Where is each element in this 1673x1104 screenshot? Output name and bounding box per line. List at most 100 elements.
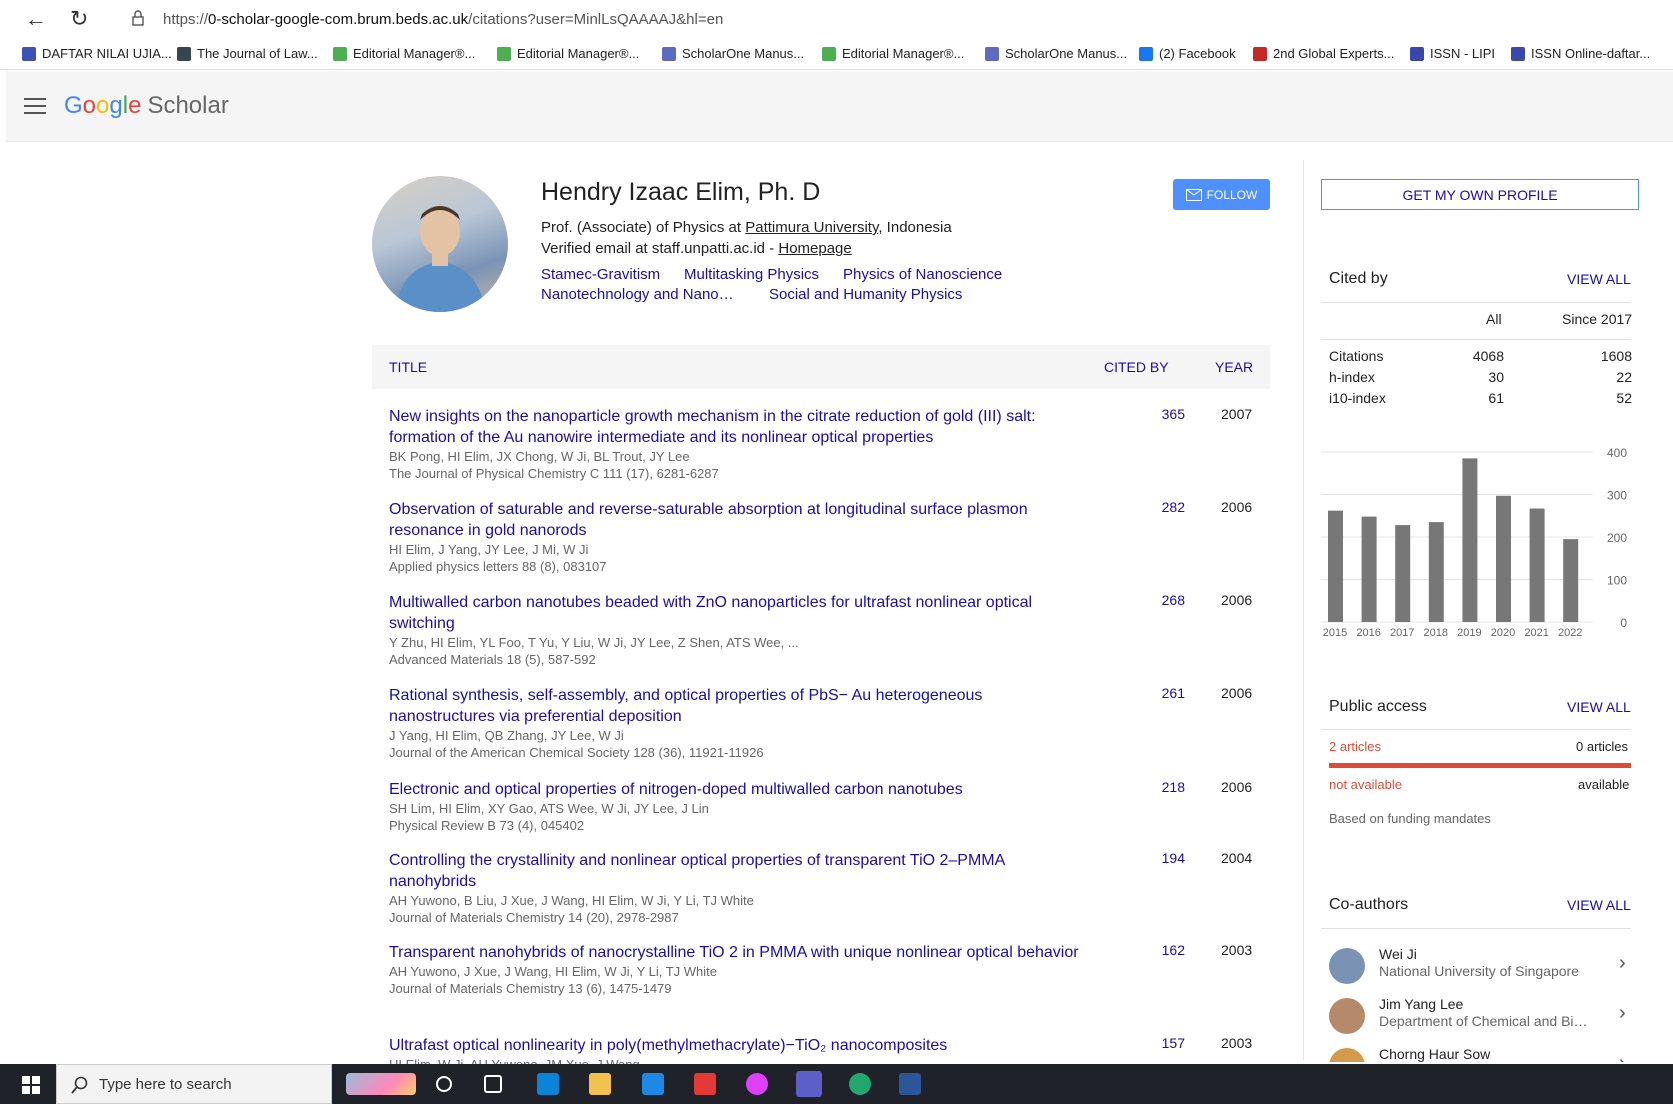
article-venue: Journal of Materials Chemistry 14 (20), … <box>389 910 679 925</box>
taskbar-search-box[interactable]: Type here to search <box>56 1064 332 1104</box>
year-column-sort[interactable]: YEAR <box>1215 359 1253 375</box>
bookmark-item[interactable]: ISSN Online-daftar... <box>1511 46 1650 61</box>
office-icon[interactable] <box>694 1073 716 1095</box>
interest-link[interactable]: Multitasking Physics <box>684 266 819 283</box>
mail-app-icon[interactable] <box>642 1073 664 1095</box>
index-since-value: 22 <box>1616 369 1632 385</box>
coauthors-view-all[interactable]: VIEW ALL <box>1567 897 1631 913</box>
teams-icon[interactable] <box>796 1071 822 1097</box>
file-explorer-icon[interactable] <box>589 1073 611 1095</box>
bookmark-item[interactable]: Editorial Manager®... <box>333 46 475 61</box>
article-title-link[interactable]: New insights on the nanoparticle growth … <box>389 406 1079 448</box>
column-header-all[interactable]: All <box>1486 311 1502 327</box>
bookmark-item[interactable]: ISSN - LIPI <box>1410 46 1495 61</box>
interest-link[interactable]: Nanotechnology and Nano… <box>541 286 734 303</box>
bookmark-item[interactable]: ScholarOne Manus... <box>985 46 1127 61</box>
chart-bar[interactable] <box>1496 495 1511 622</box>
article-title-link[interactable]: Rational synthesis, self-assembly, and o… <box>389 685 1079 727</box>
bookmark-item[interactable]: DAFTAR NILAI UJIA... <box>22 46 172 61</box>
article-cited-by-link[interactable]: 282 <box>1145 499 1185 515</box>
article-cited-by-link[interactable]: 365 <box>1145 406 1185 422</box>
url-field[interactable]: https://0-scholar-google-com.brum.beds.a… <box>163 11 723 28</box>
public-access-available-count[interactable]: 0 articles <box>1576 739 1628 754</box>
bookmark-item[interactable]: Editorial Manager®... <box>497 46 639 61</box>
google-scholar-logo[interactable]: Google Scholar <box>64 92 229 120</box>
affiliation-link[interactable]: Pattimura University <box>745 219 878 236</box>
index-all-value: 4068 <box>1472 348 1504 364</box>
homepage-link[interactable]: Homepage <box>778 240 851 257</box>
divider <box>1321 928 1631 929</box>
bookmark-item[interactable]: Editorial Manager®... <box>822 46 964 61</box>
windows-start-icon[interactable] <box>22 1076 40 1094</box>
cited-by-view-all[interactable]: VIEW ALL <box>1567 271 1631 287</box>
article-year: 2007 <box>1221 406 1253 422</box>
coauthor-item[interactable]: Wei Ji National University of Singapore › <box>1329 944 1639 990</box>
article-cited-by-link[interactable]: 194 <box>1145 850 1185 866</box>
chart-bar[interactable] <box>1328 510 1343 622</box>
index-all-value: 30 <box>1488 369 1504 385</box>
store-icon[interactable] <box>537 1073 559 1095</box>
chrome-icon[interactable] <box>746 1073 768 1095</box>
coauthor-item[interactable]: Chorng Haur Sow › <box>1329 1044 1639 1062</box>
back-icon[interactable]: ← <box>25 6 47 32</box>
edge-icon[interactable] <box>849 1073 871 1095</box>
cited-by-column-sort[interactable]: CITED BY <box>1104 359 1169 375</box>
article-title-link[interactable]: Observation of saturable and reverse-sat… <box>389 499 1079 541</box>
word-icon[interactable] <box>899 1073 921 1095</box>
reload-icon[interactable]: ↻ <box>70 6 88 32</box>
article-cited-by-link[interactable]: 162 <box>1145 942 1185 958</box>
coauthor-avatar <box>1329 948 1365 984</box>
public-access-not-available-count[interactable]: 2 articles <box>1329 739 1381 754</box>
follow-button[interactable]: FOLLOW <box>1173 179 1270 210</box>
chart-bar[interactable] <box>1529 508 1545 622</box>
bookmark-item[interactable]: ScholarOne Manus... <box>662 46 804 61</box>
chart-y-tick: 300 <box>1607 489 1627 503</box>
cortana-icon[interactable] <box>434 1074 454 1094</box>
get-my-own-profile-button[interactable]: GET MY OWN PROFILE <box>1321 179 1639 210</box>
index-since-value: 1608 <box>1600 348 1632 364</box>
chart-bar[interactable] <box>1395 525 1411 622</box>
article-cited-by-link[interactable]: 218 <box>1145 779 1185 795</box>
bookmark-favicon-icon <box>22 46 36 61</box>
task-view-icon[interactable] <box>484 1075 502 1093</box>
article-title-link[interactable]: Multiwalled carbon nanotubes beaded with… <box>389 592 1079 634</box>
profile-email: Verified email at staff.unpatti.ac.id - … <box>541 240 852 257</box>
search-highlight-icon[interactable] <box>346 1073 416 1095</box>
chart-y-tick: 400 <box>1607 446 1627 460</box>
article-title-link[interactable]: Transparent nanohybrids of nanocrystalli… <box>389 942 1079 963</box>
bookmark-item[interactable]: 2nd Global Experts... <box>1253 46 1394 61</box>
chart-bar[interactable] <box>1361 516 1377 622</box>
citations-per-year-chart: 0 100 200 300 400 2015 2016 2017 2018 2019 2020 202… <box>1321 446 1627 639</box>
article-cited-by-link[interactable]: 157 <box>1145 1035 1185 1051</box>
article-title-link[interactable]: Electronic and optical properties of nit… <box>389 779 1079 800</box>
cited-by-title: Cited by <box>1329 270 1388 287</box>
lock-icon[interactable] <box>132 10 144 26</box>
article-cited-by-link[interactable]: 268 <box>1145 592 1185 608</box>
article-year: 2006 <box>1221 685 1253 701</box>
coauthor-name: Chorng Haur Sow <box>1379 1046 1491 1062</box>
chart-bar[interactable] <box>1428 522 1444 622</box>
interest-link[interactable]: Social and Humanity Physics <box>769 286 962 303</box>
interest-link[interactable]: Stamec-Gravitism <box>541 266 660 283</box>
article-venue: Journal of Materials Chemistry 13 (6), 1… <box>389 981 672 996</box>
article-title-link[interactable]: Controlling the crystallinity and nonlin… <box>389 850 1079 892</box>
bookmark-item[interactable]: The Journal of Law... <box>177 46 318 61</box>
public-access-view-all[interactable]: VIEW ALL <box>1567 699 1631 715</box>
title-column-sort[interactable]: TITLE <box>389 359 427 375</box>
column-header-since[interactable]: Since 2017 <box>1562 311 1632 327</box>
article-authors: HI Elim, J Yang, JY Lee, J Mi, W Ji <box>389 542 589 557</box>
article-row: Observation of saturable and reverse-sat… <box>389 499 1269 575</box>
article-title-link[interactable]: Ultrafast optical nonlinearity in poly(m… <box>389 1035 1079 1056</box>
chart-bar[interactable] <box>1563 539 1579 622</box>
article-cited-by-link[interactable]: 261 <box>1145 685 1185 701</box>
bookmark-favicon-icon <box>662 46 676 61</box>
coauthor-item[interactable]: Jim Yang Lee Department of Chemical and B… <box>1329 994 1639 1040</box>
menu-icon[interactable] <box>24 98 46 114</box>
chart-x-tick: 2015 <box>1323 627 1347 639</box>
bookmark-favicon-icon <box>497 46 511 61</box>
chart-bar[interactable] <box>1462 458 1478 622</box>
public-access-available-label: available <box>1578 777 1630 792</box>
interest-link[interactable]: Physics of Nanoscience <box>843 266 1002 283</box>
article-year: 2006 <box>1221 499 1253 515</box>
bookmark-item[interactable]: (2) Facebook <box>1139 46 1236 61</box>
